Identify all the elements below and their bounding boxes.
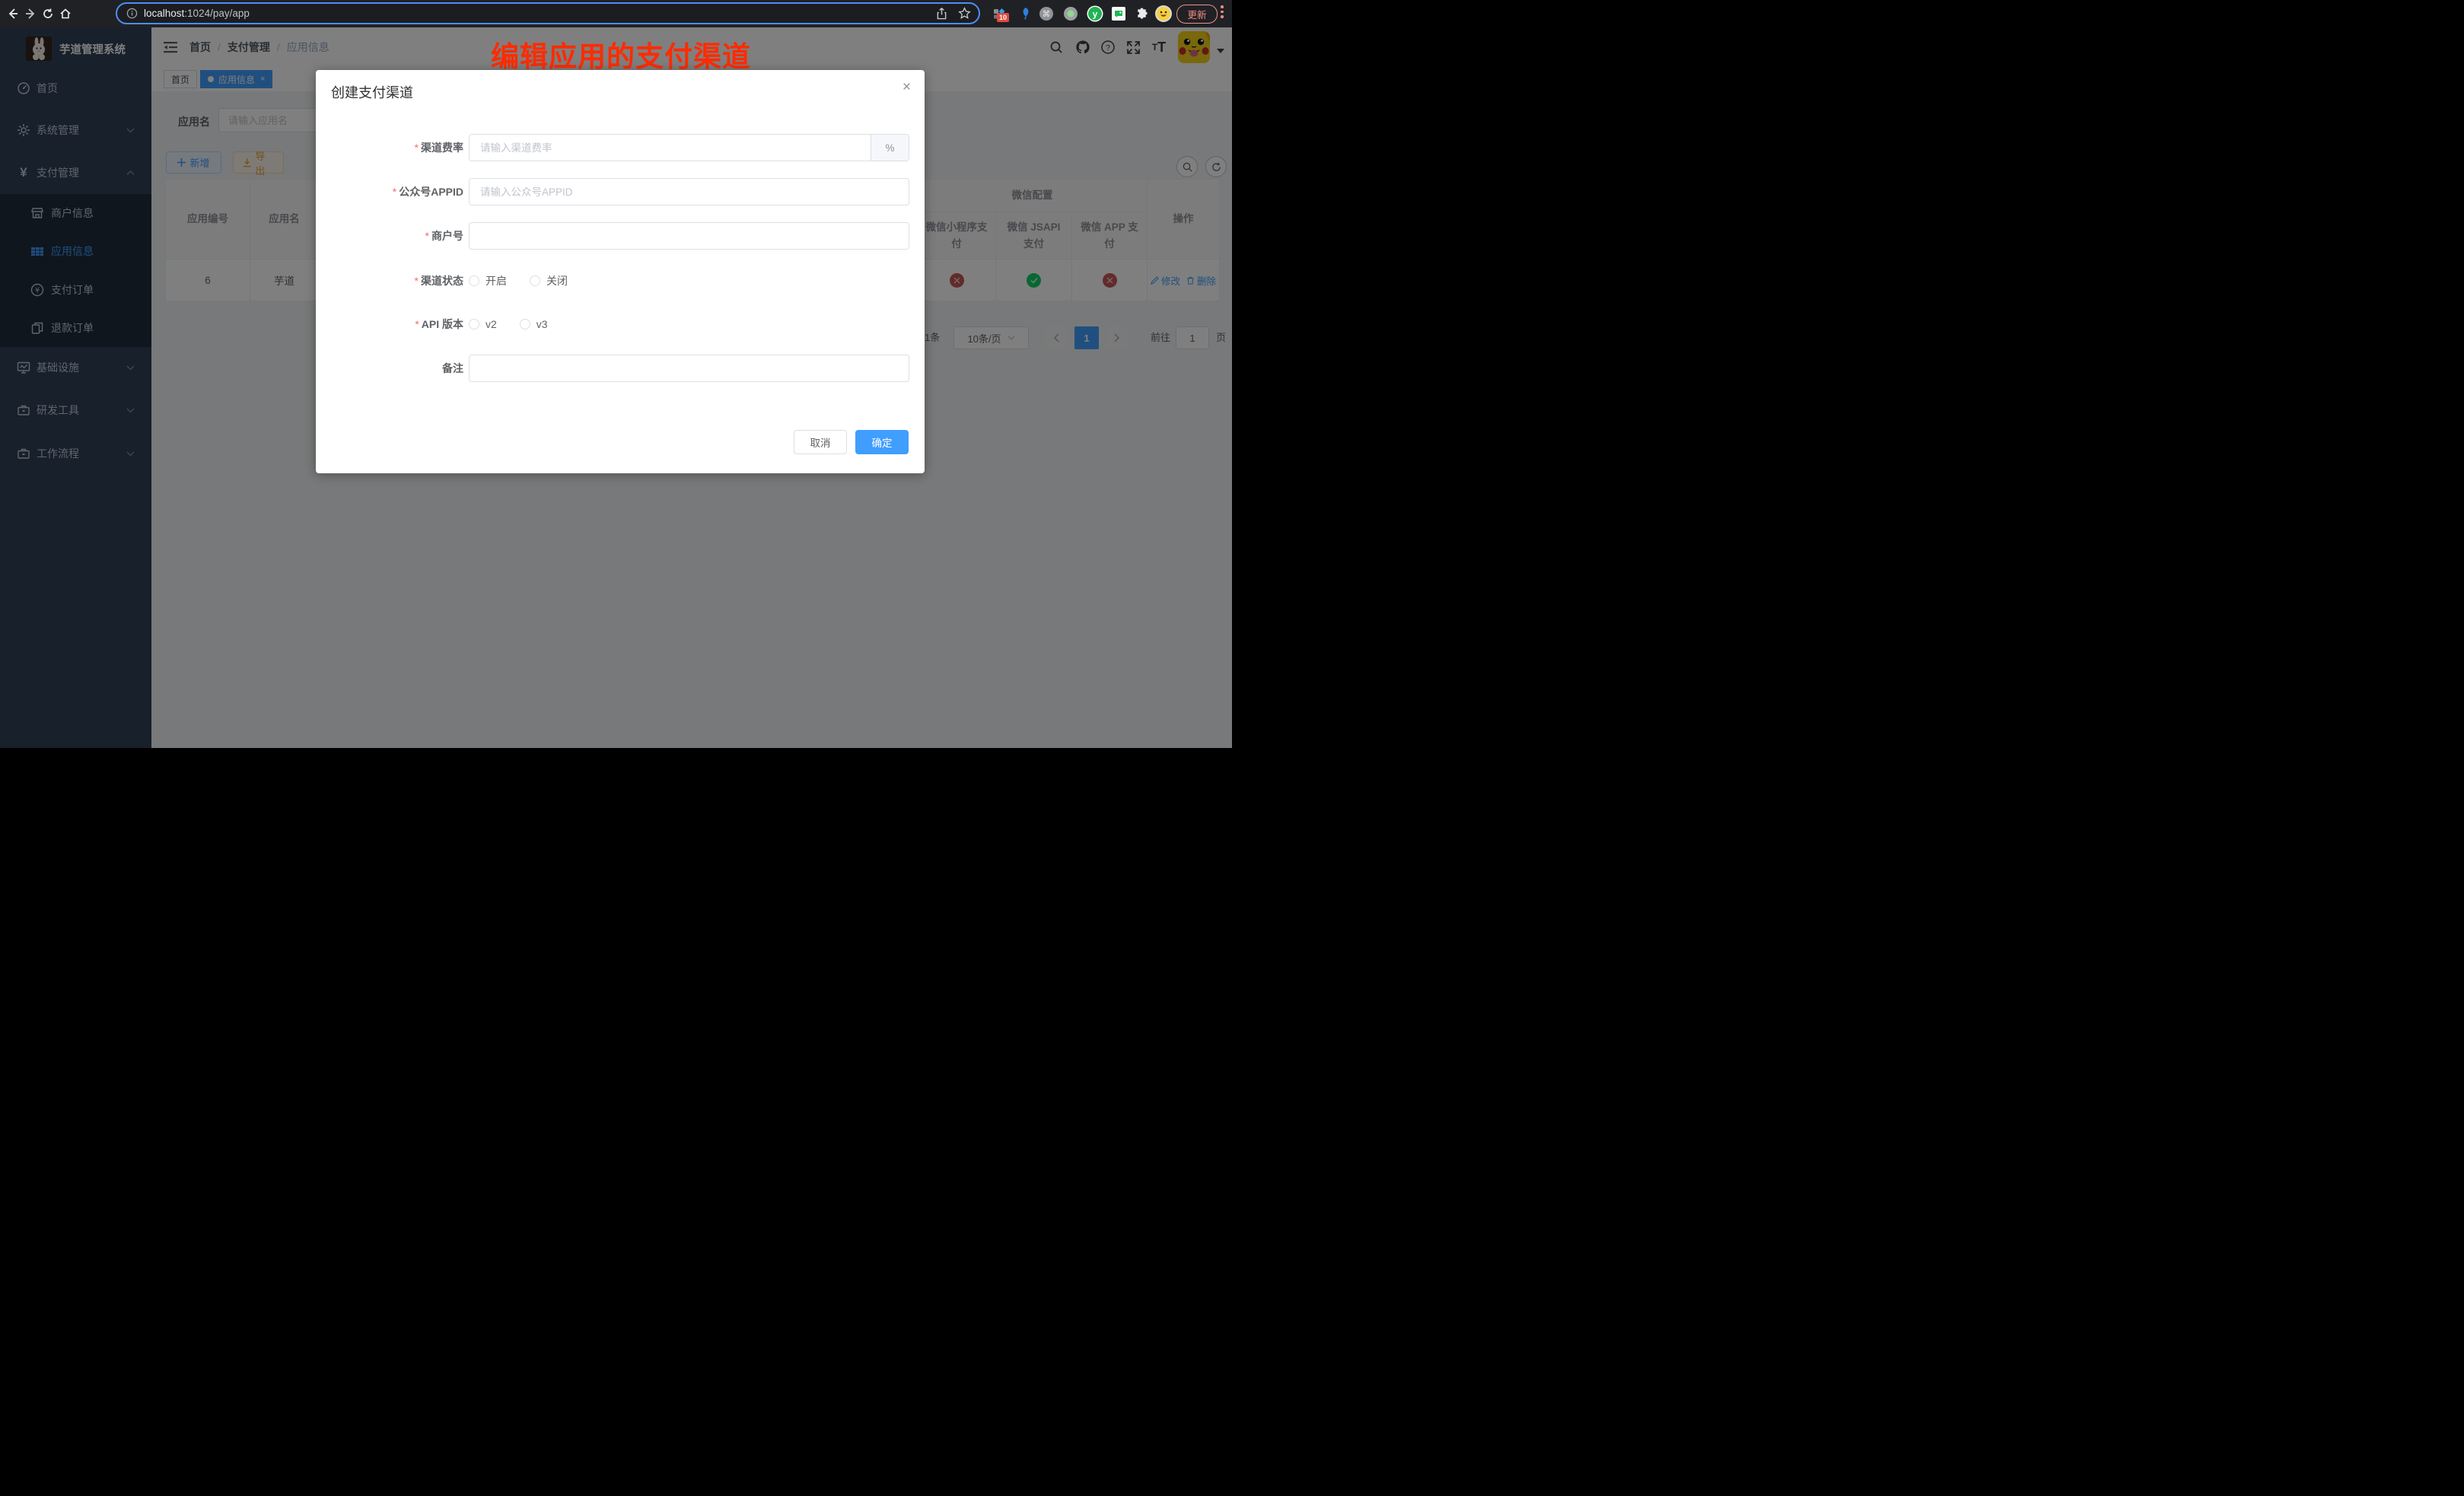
bookmark-star-icon[interactable] (958, 7, 971, 20)
rate-input[interactable] (470, 135, 871, 161)
form-row-api-version: *API 版本 v2 v3 (316, 310, 925, 338)
extension-icon-blocks[interactable]: 10 (989, 4, 1009, 24)
appid-input[interactable] (469, 178, 909, 205)
remark-input[interactable] (469, 355, 909, 382)
percent-append: % (871, 135, 909, 161)
form-row-rate: *渠道费率 % (316, 134, 925, 161)
dialog-title: 创建支付渠道 (331, 82, 413, 102)
browser-toolbar: localhost:1024/pay/app 10 ⌘ y 更新 (0, 0, 1232, 27)
merchant-input[interactable] (469, 222, 909, 250)
browser-update-button[interactable]: 更新 (1176, 5, 1218, 24)
address-bar[interactable]: localhost:1024/pay/app (116, 2, 980, 24)
api-radio-v2[interactable]: v2 (469, 318, 497, 330)
dialog-close-icon[interactable]: × (903, 79, 911, 96)
create-pay-channel-dialog: 创建支付渠道 × *渠道费率 % *公众号APPID *商户号 *渠道状态 开启… (316, 70, 925, 473)
extension-icon-green-dot[interactable] (1061, 4, 1081, 24)
extension-icon-chat[interactable] (1109, 4, 1129, 24)
extension-icon-command[interactable]: ⌘ (1036, 4, 1056, 24)
form-row-remark: 备注 (316, 355, 925, 382)
form-row-status: *渠道状态 开启 关闭 (316, 267, 925, 294)
cancel-button[interactable]: 取消 (794, 430, 847, 454)
browser-home-button[interactable] (56, 4, 75, 24)
extension-icon-kite[interactable] (1016, 4, 1036, 24)
url-text: localhost:1024/pay/app (144, 8, 250, 19)
browser-menu-icon[interactable] (1221, 5, 1224, 18)
extensions-puzzle-icon[interactable] (1132, 4, 1151, 24)
status-radio-closed[interactable]: 关闭 (530, 273, 568, 288)
svg-text:y: y (1093, 9, 1098, 20)
rate-input-group: % (469, 134, 909, 161)
browser-profile-avatar[interactable] (1154, 4, 1173, 24)
form-row-merchant: *商户号 (316, 222, 925, 250)
site-info-icon[interactable] (126, 8, 138, 19)
status-radio-open[interactable]: 开启 (469, 273, 507, 288)
svg-text:⌘: ⌘ (1043, 9, 1051, 19)
app-page: 芋道管理系统 首页 系统管理 ¥ 支付管理 商户信息 (0, 27, 1232, 748)
annotation-text: 编辑应用的支付渠道 (491, 33, 751, 75)
form-row-appid: *公众号APPID (316, 178, 925, 205)
extension-icon-y-green[interactable]: y (1085, 4, 1105, 24)
confirm-button[interactable]: 确定 (855, 430, 909, 454)
api-radio-v3[interactable]: v3 (520, 318, 548, 330)
extension-badge: 10 (997, 13, 1009, 22)
share-icon[interactable] (936, 8, 947, 20)
